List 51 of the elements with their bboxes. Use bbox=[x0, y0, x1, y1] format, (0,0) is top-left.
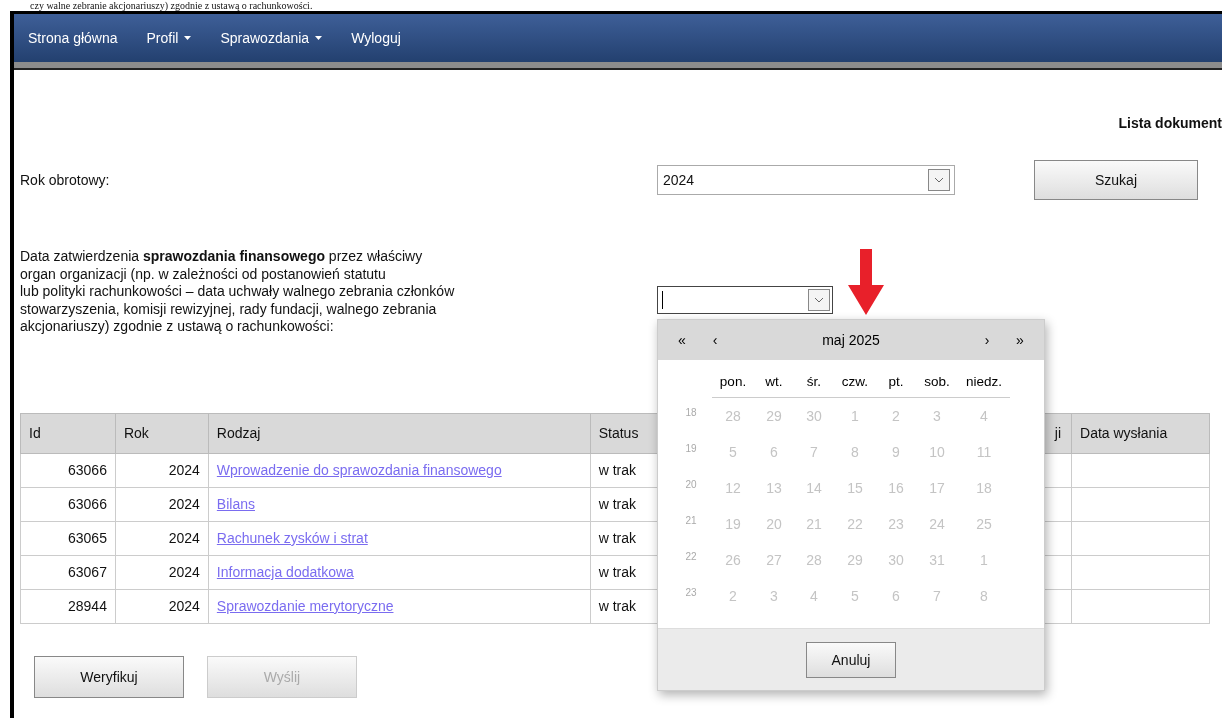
weekday-label: pt. bbox=[876, 370, 916, 398]
weekday-label: wt. bbox=[754, 370, 794, 398]
column-header: Id bbox=[20, 413, 116, 453]
table-cell: 2024 bbox=[115, 453, 209, 487]
document-link[interactable]: Bilans bbox=[216, 496, 255, 512]
cancel-button[interactable]: Anuluj bbox=[806, 641, 896, 678]
table-cell: 63065 bbox=[20, 521, 116, 555]
weekday-label: czw. bbox=[834, 370, 876, 398]
table-cell: 63066 bbox=[20, 487, 116, 521]
week-number: 21 bbox=[685, 514, 697, 528]
chevron-icon bbox=[808, 289, 830, 311]
table-cell: 63066 bbox=[20, 453, 116, 487]
week-number: 22 bbox=[685, 550, 697, 564]
date-input-field[interactable] bbox=[657, 286, 833, 314]
action-button[interactable]: Weryfikuj bbox=[34, 655, 184, 698]
table-cell: 63067 bbox=[20, 555, 116, 589]
week-number: 20 bbox=[685, 478, 697, 492]
table-cell: 2024 bbox=[115, 487, 209, 521]
year-select[interactable]: 2024 bbox=[657, 165, 955, 195]
document-link[interactable]: Informacja dodatkowa bbox=[216, 564, 354, 580]
week-number: 23 bbox=[685, 586, 697, 600]
calendar-month: maj 2025 bbox=[821, 332, 881, 348]
next-month-button[interactable]: › bbox=[972, 332, 1002, 348]
chevron-icon bbox=[928, 169, 950, 191]
document-link[interactable]: Rachunek zysków i strat bbox=[216, 530, 368, 546]
down-arrow-marker bbox=[848, 249, 884, 315]
next-year-button[interactable]: » bbox=[1002, 332, 1038, 348]
table-cell: 2024 bbox=[115, 555, 209, 589]
column-header: Data wysłania bbox=[1071, 413, 1210, 453]
table-cell: 2024 bbox=[115, 589, 209, 623]
nav-item[interactable]: Wyloguj bbox=[351, 30, 401, 46]
nav-item[interactable]: Profil bbox=[146, 30, 192, 46]
weekday-label: śr. bbox=[794, 370, 834, 398]
prev-month-button[interactable]: ‹ bbox=[700, 332, 730, 348]
weekday-label: pon. bbox=[712, 370, 754, 398]
table-cell: 28944 bbox=[20, 589, 116, 623]
week-number: 19 bbox=[685, 442, 697, 456]
table-cell: 2024 bbox=[115, 521, 209, 555]
column-header: Rok bbox=[115, 413, 209, 453]
column-header: Rodzaj bbox=[208, 413, 591, 453]
page-title: Lista dokument bbox=[1118, 115, 1222, 133]
field-label: Data zatwierdzenia sprawozdania finansowego przez właściwy organ organizacji (np. w zależności od postanowień statutu lub polityki rachunkowości – data uchwały walnego zebrania członków stowarzyszenia, komisji rewizyjnej, rady fundacji, walnego zebrania akcjonariuszy) zgodnie z ustawą o rachunkowości: bbox=[20, 248, 456, 336]
nav-item[interactable]: Sprawozdania bbox=[220, 30, 323, 46]
column-header: Status bbox=[590, 413, 658, 453]
prev-year-button[interactable]: « bbox=[664, 332, 700, 348]
weekday-label: sob. bbox=[916, 370, 958, 398]
weekday-label: niedz. bbox=[958, 370, 1010, 398]
nav-item[interactable]: Strona główna bbox=[28, 30, 118, 46]
caption-text: czy walne zebranie akcjonariuszy) zgodnie z ustawą o rachunkowości. bbox=[29, 0, 314, 11]
search-button[interactable]: Szukaj bbox=[1034, 160, 1198, 200]
field-label: Rok obrotowy: bbox=[20, 172, 111, 188]
